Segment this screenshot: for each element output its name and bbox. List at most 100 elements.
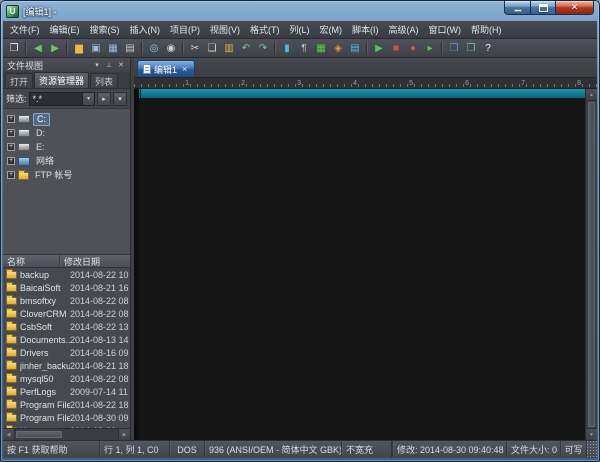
tab-close-icon[interactable]: × [182,64,187,74]
file-row[interactable]: Program Files2014-08-22 18 [3,398,130,411]
text-area[interactable] [139,89,585,440]
file-date: 2014-08-30 09 [70,413,130,423]
file-date: 2014-08-22 08 [70,309,130,319]
panel-close-icon[interactable]: ✕ [116,61,126,69]
menu-item-1[interactable]: 编辑(E) [45,21,85,38]
resize-grip[interactable] [587,441,597,458]
print-icon[interactable]: ▤ [122,40,138,56]
menu-item-12[interactable]: 帮助(H) [466,21,507,38]
forward-icon[interactable]: ▶ [47,40,63,56]
file-row[interactable]: mysql502014-08-22 08 [3,372,130,385]
expander-icon[interactable]: + [7,129,15,137]
paste-icon[interactable]: ▥ [221,40,237,56]
file-row[interactable]: BaicaiSoft2014-08-21 16 [3,281,130,294]
redo-icon[interactable]: ↷ [255,40,271,56]
run-icon[interactable]: ▶ [371,40,387,56]
menu-item-4[interactable]: 项目(P) [165,21,205,38]
scroll-up-icon[interactable]: ▲ [586,89,597,101]
maximize-button[interactable] [530,1,556,15]
file-row[interactable]: Program File...2014-08-30 09 [3,411,130,424]
expander-icon[interactable]: + [7,171,15,179]
column-modified-date[interactable]: 修改日期 [60,255,130,267]
status-modified-date: 修改: 2014-08-30 09:40:48 [393,441,507,458]
expander-icon[interactable]: + [7,143,15,151]
panel-tab-0[interactable]: 打开 [5,73,33,88]
filter-apply-button[interactable]: ▸ [97,92,111,106]
file-row[interactable]: jinher_backup2014-08-21 18 [3,359,130,372]
file-row[interactable]: CloverCRM2014-08-22 08 [3,307,130,320]
html-icon[interactable]: ◈ [330,40,346,56]
undo-icon[interactable]: ↶ [238,40,254,56]
play-macro-icon[interactable]: ▸ [422,40,438,56]
filter-options-button[interactable]: ▾ [113,92,127,106]
help-icon[interactable]: ? [480,40,496,56]
column-name[interactable]: 名称 [3,255,60,267]
file-row[interactable]: bmsoftxy2014-08-22 08 [3,294,130,307]
record-macro-icon[interactable]: ● [405,40,421,56]
panel-tab-1[interactable]: 资源管理器 [34,72,89,88]
file-row[interactable]: PerfLogs2009-07-14 11 [3,385,130,398]
menu-item-7[interactable]: 列(L) [285,21,315,38]
panel-menu-icon[interactable]: ▾ [92,61,102,69]
save-icon[interactable]: ▣ [88,40,104,56]
editor-vertical-scrollbar[interactable]: ▲ ▼ [585,89,597,440]
tree-item[interactable]: +FTP 帐号 [3,168,130,182]
tree-item[interactable]: +D: [3,126,130,140]
status-line-ending: DOS [170,441,205,458]
word-wrap-icon[interactable]: ¶ [296,40,312,56]
file-name: Program File... [20,413,70,423]
file-row[interactable]: backup2014-08-22 10 [3,268,130,281]
filter-combo[interactable]: *.* ▾ [29,92,95,106]
scrollbar-thumb[interactable] [16,431,62,438]
panel-header-buttons: ▾⊥✕ [92,61,126,69]
sidebar-horizontal-scrollbar[interactable]: ◀ ▶ [3,428,130,440]
panel-tabs: 打开资源管理器列表 [3,72,130,89]
close-button[interactable]: ✕ [555,1,594,15]
menu-item-5[interactable]: 视图(V) [205,21,245,38]
cut-icon[interactable]: ✂ [187,40,203,56]
file-row[interactable]: Drivers2014-08-16 09 [3,346,130,359]
filter-value: *.* [33,94,43,104]
file-row[interactable]: Documents...2014-08-13 14 [3,333,130,346]
panel-tab-2[interactable]: 列表 [90,73,118,88]
open-folder-icon[interactable]: ▆ [71,40,87,56]
replace-icon[interactable]: ◉ [163,40,179,56]
stop-icon[interactable]: ■ [388,40,404,56]
copy-icon[interactable]: ❏ [204,40,220,56]
minimize-button[interactable] [504,1,531,15]
book-green-icon[interactable]: ❒ [463,40,479,56]
scroll-left-icon[interactable]: ◀ [3,429,15,440]
tree-item[interactable]: +E: [3,140,130,154]
expander-icon[interactable]: + [7,157,15,165]
menu-item-10[interactable]: 高级(A) [384,21,424,38]
auto-hide-pin-icon[interactable]: ⊥ [104,61,114,69]
menu-item-2[interactable]: 搜索(S) [85,21,125,38]
book-blue-icon[interactable]: ❒ [446,40,462,56]
tree-item[interactable]: +网络 [3,154,130,168]
back-icon[interactable]: ◀ [30,40,46,56]
grid-icon[interactable]: ▦ [313,40,329,56]
scroll-right-icon[interactable]: ▶ [118,429,130,440]
document-tab[interactable]: 编辑1 × [137,60,195,77]
scrollbar-thumb[interactable] [588,102,595,427]
tree-item[interactable]: +C: [3,112,130,126]
table-icon[interactable]: ▤ [347,40,363,56]
menu-item-6[interactable]: 格式(T) [245,21,285,38]
toolbar-separator [272,41,278,55]
scroll-down-icon[interactable]: ▼ [586,428,597,440]
combo-dropdown-icon[interactable]: ▾ [82,93,94,105]
menu-item-11[interactable]: 窗口(W) [424,21,467,38]
menu-item-3[interactable]: 插入(N) [125,21,166,38]
menu-item-9[interactable]: 脚本(I) [347,21,384,38]
menu-item-0[interactable]: 文件(F) [5,21,45,38]
save-all-icon[interactable]: ▦ [105,40,121,56]
menu-item-8[interactable]: 宏(M) [315,21,348,38]
file-name: Program Files [20,400,70,410]
find-icon[interactable]: ◎ [146,40,162,56]
expander-icon[interactable]: + [7,115,15,123]
active-line-highlight [139,89,585,98]
column-mode-icon[interactable]: ▮ [279,40,295,56]
file-row[interactable]: CsbSoft2014-08-22 13 [3,320,130,333]
new-file-icon[interactable]: ❐ [6,40,22,56]
titlebar[interactable]: U [编辑1] - ✕ [3,1,597,21]
